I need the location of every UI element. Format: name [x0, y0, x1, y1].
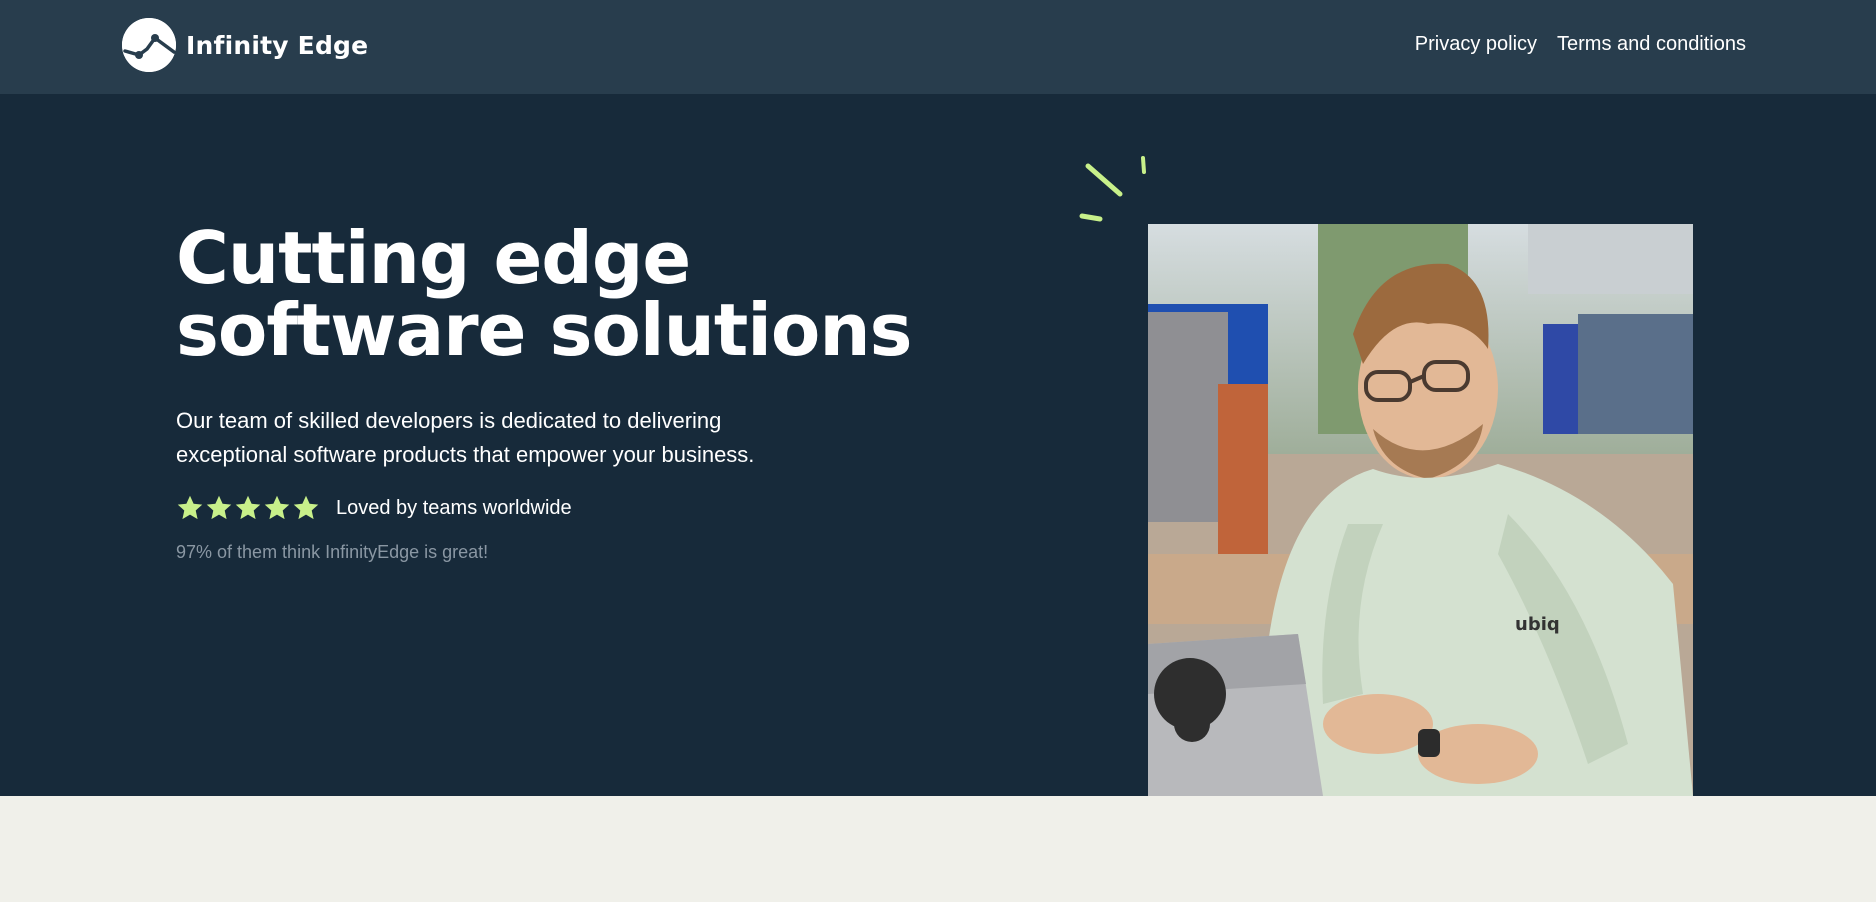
hero-headline: Cutting edge software solutions [176, 222, 956, 366]
page: Infinity Edge Privacy policy Terms and c… [0, 0, 1876, 902]
hero-headline-line-2: software solutions [176, 288, 913, 372]
developer-at-laptop-photo: ubiq [1148, 224, 1693, 796]
nav-link-terms-and-conditions[interactable]: Terms and conditions [1557, 33, 1746, 56]
sparkle-accent-icon [1079, 156, 1146, 222]
star-icon [293, 495, 319, 520]
hero-section: Cutting edge software solutions Our team… [0, 94, 1876, 796]
svg-text:ubiq: ubiq [1515, 614, 1560, 635]
star-icon [264, 495, 290, 520]
brand-logo-link[interactable]: Infinity Edge [122, 18, 368, 72]
star-rating [176, 494, 320, 522]
rating-label: Loved by teams worldwide [336, 496, 572, 519]
rating-row: Loved by teams worldwide [176, 494, 572, 522]
star-icon [235, 495, 261, 520]
lower-section [0, 796, 1876, 902]
top-navigation-bar: Infinity Edge Privacy policy Terms and c… [0, 0, 1876, 94]
nav-link-privacy-policy[interactable]: Privacy policy [1415, 33, 1537, 56]
header-nav: Privacy policy Terms and conditions [1415, 33, 1746, 56]
brand-name: Infinity Edge [186, 30, 369, 60]
star-icon [206, 495, 232, 520]
star-icon [177, 495, 203, 520]
rating-note: 97% of them think InfinityEdge is great! [176, 542, 489, 562]
infinity-edge-logo-icon [122, 18, 176, 72]
hero-description: Our team of skilled developers is dedica… [176, 408, 755, 467]
